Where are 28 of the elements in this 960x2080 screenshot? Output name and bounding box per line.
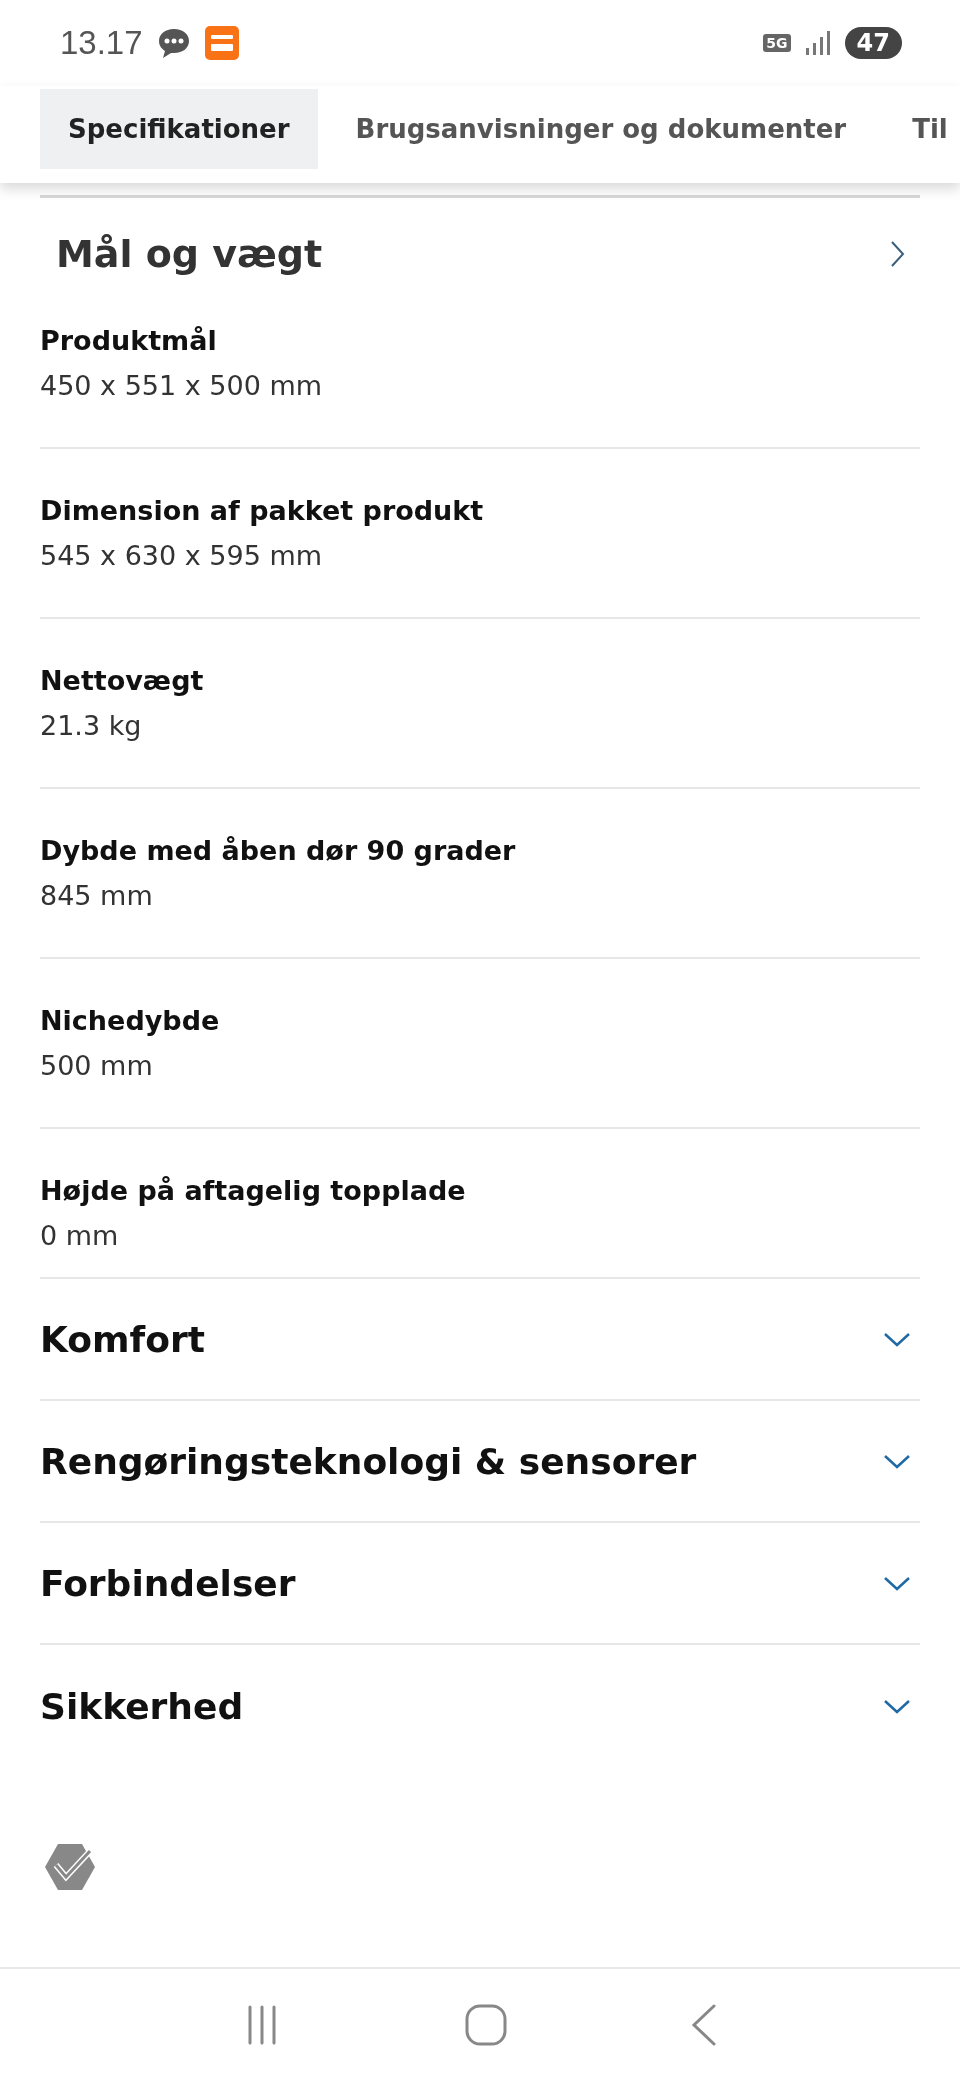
spec-value: 21.3 kg	[40, 710, 143, 742]
signal-icon	[804, 30, 831, 57]
spec-label: Højde på aftagelig topplade	[40, 1175, 467, 1207]
section-title[interactable]: Rengøringsteknologi & sensorer	[40, 1440, 697, 1482]
section-title[interactable]: Sikkerhed	[40, 1685, 244, 1727]
spec-label: Produktmål	[40, 325, 218, 357]
tab[interactable]: Til	[884, 89, 960, 170]
spec-label: Dybde med åben dør 90 grader	[40, 835, 517, 867]
spec-value: 545 x 630 x 595 mm	[40, 540, 324, 572]
spec-label: Nichedybde	[40, 1005, 221, 1037]
check-badge-icon	[44, 1843, 96, 1892]
app-notification-icon	[204, 26, 239, 61]
spec-label: Dimension af pakket produkt	[40, 495, 485, 527]
battery-level: 47	[844, 27, 902, 60]
group-title: Mål og vægt	[56, 231, 323, 276]
chat-bubble-icon	[156, 27, 191, 60]
home-icon[interactable]	[465, 2003, 507, 2046]
spec-value: 500 mm	[40, 1050, 154, 1082]
spec-value: 0 mm	[40, 1220, 120, 1252]
tab[interactable]: Brugsanvisninger og dokumenter	[327, 89, 875, 170]
network-indicator: 5G	[763, 34, 791, 53]
spec-value: 450 x 551 x 500 mm	[40, 370, 324, 402]
section-title[interactable]: Forbindelser	[40, 1562, 296, 1604]
spec-label: Nettovægt	[40, 665, 205, 697]
tab[interactable]: Specifikationer	[40, 89, 318, 170]
spec-value: 845 mm	[40, 880, 154, 912]
status-time: 13.17	[60, 24, 143, 63]
section-title[interactable]: Komfort	[40, 1318, 205, 1360]
